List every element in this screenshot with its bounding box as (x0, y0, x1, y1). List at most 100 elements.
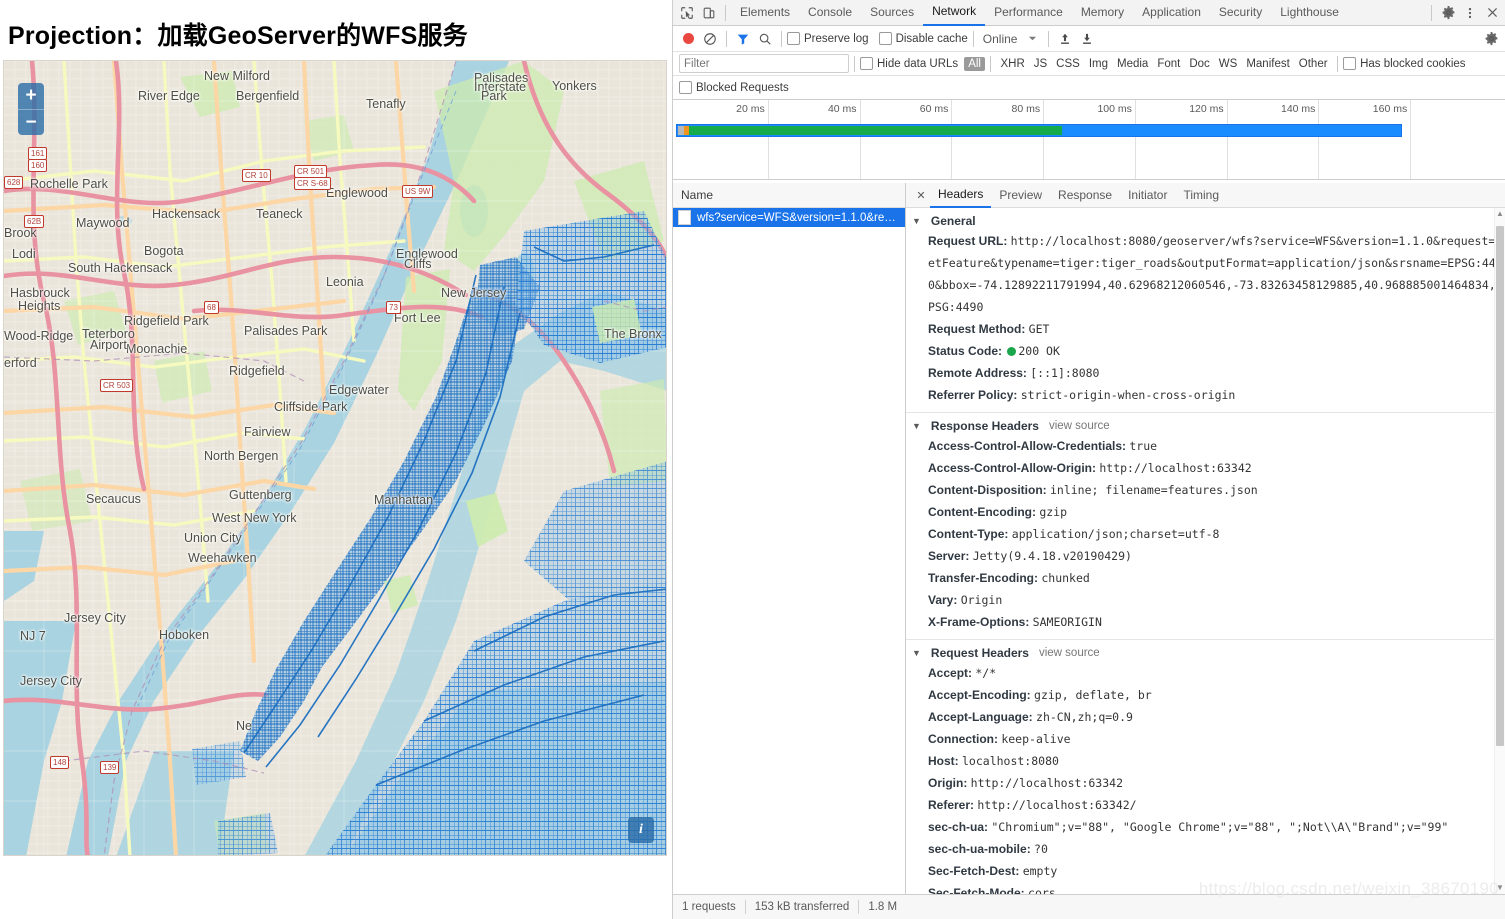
header-row: Status Code: 200 OK (906, 340, 1505, 362)
resource-filter-js[interactable]: JS (1029, 58, 1051, 70)
scrollbar-thumb[interactable] (1496, 226, 1504, 746)
scroll-up-arrow[interactable]: ▲ (1495, 208, 1505, 220)
disable-cache-box[interactable] (879, 32, 892, 45)
throttle-value[interactable]: Online (979, 32, 1022, 46)
resource-filter-all[interactable]: All (964, 57, 985, 71)
detail-tab-headers[interactable]: Headers (930, 183, 991, 208)
header-row: Server: Jetty(9.4.18.v20190429) (906, 545, 1505, 567)
header-value: gzip, deflate, br (1034, 688, 1152, 702)
section-title: General (931, 214, 976, 228)
status-requests: 1 requests (673, 901, 745, 913)
overview-request-bar (676, 124, 1402, 137)
disable-cache-checkbox[interactable]: Disable cache (879, 32, 968, 45)
resource-filter-media[interactable]: Media (1113, 58, 1153, 70)
chevron-down-icon[interactable]: ▼ (912, 648, 921, 658)
view-source-link[interactable]: view source (1049, 420, 1110, 432)
zoom-in-button[interactable]: + (18, 83, 44, 109)
timeline-tick: 80 ms (1043, 100, 1044, 179)
timeline-tick-label: 60 ms (920, 103, 949, 115)
header-row: sec-ch-ua-mobile: ?0 (906, 838, 1505, 860)
openlayers-map[interactable]: New MilfordYonkersPalisadesInterstatePar… (3, 60, 667, 856)
resource-filter-manifest[interactable]: Manifest (1242, 58, 1294, 70)
clear-button[interactable] (699, 28, 721, 50)
header-key: Accept-Language: (928, 710, 1036, 724)
header-value: localhost:8080 (962, 754, 1059, 768)
section-header[interactable]: ▼ Request Headers view source (906, 644, 1505, 662)
has-blocked-cookies-checkbox[interactable]: Has blocked cookies (1343, 57, 1465, 70)
resource-type-filters: All XHRJSCSSImgMediaFontDocWSManifestOthe… (964, 56, 1332, 72)
header-row: Origin: http://localhost:63342 (906, 772, 1505, 794)
request-name: wfs?service=WFS&version=1.1.0&re… (697, 212, 896, 224)
map-attribution-button[interactable]: i (628, 817, 654, 843)
close-devtools-icon[interactable] (1481, 2, 1503, 24)
tab-security[interactable]: Security (1210, 0, 1271, 25)
timeline-tick: 160 ms (1410, 100, 1411, 179)
map-zoom-control[interactable]: + − (18, 83, 44, 135)
view-source-link[interactable]: view source (1039, 647, 1100, 659)
resource-filter-doc[interactable]: Doc (1185, 58, 1214, 70)
detail-tab-initiator[interactable]: Initiator (1120, 183, 1175, 207)
settings-gear-icon[interactable] (1437, 2, 1459, 24)
header-row: sec-ch-ua: "Chromium";v="88", "Google Ch… (906, 816, 1505, 838)
request-row[interactable]: wfs?service=WFS&version=1.1.0&re… (673, 208, 905, 227)
tab-elements[interactable]: Elements (731, 0, 799, 25)
filter-button[interactable] (732, 28, 754, 50)
export-har-icon[interactable] (1076, 28, 1098, 50)
chevron-down-icon[interactable]: ▼ (912, 421, 921, 431)
scroll-down-arrow[interactable]: ▼ (1495, 882, 1505, 894)
preserve-log-checkbox[interactable]: Preserve log (787, 32, 869, 45)
resource-filter-css[interactable]: CSS (1052, 58, 1085, 70)
timeline-tick-label: 40 ms (828, 103, 857, 115)
tab-network[interactable]: Network (923, 0, 985, 26)
tab-memory[interactable]: Memory (1072, 0, 1133, 25)
has-blocked-cookies-box[interactable] (1343, 57, 1356, 70)
resource-filter-img[interactable]: Img (1084, 58, 1112, 70)
search-button[interactable] (754, 28, 776, 50)
hide-data-urls-box[interactable] (860, 57, 873, 70)
zoom-out-button[interactable]: − (18, 109, 44, 135)
tab-sources[interactable]: Sources (861, 0, 923, 25)
hide-data-urls-checkbox[interactable]: Hide data URLs (860, 57, 958, 70)
detail-tab-timing[interactable]: Timing (1175, 183, 1227, 207)
header-key: Content-Encoding: (928, 505, 1039, 519)
detail-scrollbar[interactable]: ▲ ▼ (1494, 208, 1505, 894)
resource-filter-ws[interactable]: WS (1214, 58, 1242, 70)
preserve-log-box[interactable] (787, 32, 800, 45)
tab-application[interactable]: Application (1133, 0, 1210, 25)
filter-input[interactable] (679, 54, 849, 73)
device-toolbar-icon[interactable] (698, 2, 720, 24)
tab-lighthouse[interactable]: Lighthouse (1271, 0, 1348, 25)
resource-filter-font[interactable]: Font (1153, 58, 1185, 70)
header-key: Origin: (928, 776, 971, 790)
status-resources: 1.8 M (859, 901, 906, 913)
tab-console[interactable]: Console (799, 0, 861, 25)
inspect-element-icon[interactable] (676, 2, 698, 24)
header-row: Accept-Encoding: gzip, deflate, br (906, 684, 1505, 706)
section-title: Request Headers (931, 646, 1029, 660)
header-value: http://localhost:63342 (1099, 461, 1251, 475)
section-header[interactable]: ▼ General (906, 212, 1505, 230)
network-overview-timeline[interactable]: 20 ms40 ms60 ms80 ms100 ms120 ms140 ms16… (673, 100, 1505, 180)
blocked-requests-box[interactable] (679, 81, 692, 94)
section-header[interactable]: ▼Response Headersview source (906, 417, 1505, 435)
timeline-tick: 140 ms (1318, 100, 1319, 179)
detail-tab-response[interactable]: Response (1050, 183, 1120, 207)
header-key: sec-ch-ua-mobile: (928, 842, 1034, 856)
resource-filter-xhr[interactable]: XHR (996, 58, 1029, 70)
more-options-icon[interactable] (1459, 2, 1481, 24)
tab-performance[interactable]: Performance (985, 0, 1072, 25)
overview-bar-wrap (676, 124, 1505, 137)
network-settings-gear-icon[interactable] (1480, 28, 1502, 50)
request-list-column-header[interactable]: Name (673, 183, 905, 208)
chevron-down-icon[interactable]: ▼ (912, 216, 921, 226)
chevron-down-icon[interactable] (1021, 28, 1043, 50)
import-har-icon[interactable] (1054, 28, 1076, 50)
record-button[interactable] (677, 28, 699, 50)
header-value: [::1]:8080 (1030, 366, 1099, 380)
header-row: X-Frame-Options: SAMEORIGIN (906, 611, 1505, 633)
network-status-bar: 1 requests 153 kB transferred 1.8 M (673, 894, 1505, 919)
detail-tab-preview[interactable]: Preview (991, 183, 1050, 207)
blocked-requests-checkbox[interactable]: Blocked Requests (679, 81, 789, 94)
resource-filter-other[interactable]: Other (1294, 58, 1332, 70)
close-detail-icon[interactable]: ✕ (912, 189, 930, 202)
